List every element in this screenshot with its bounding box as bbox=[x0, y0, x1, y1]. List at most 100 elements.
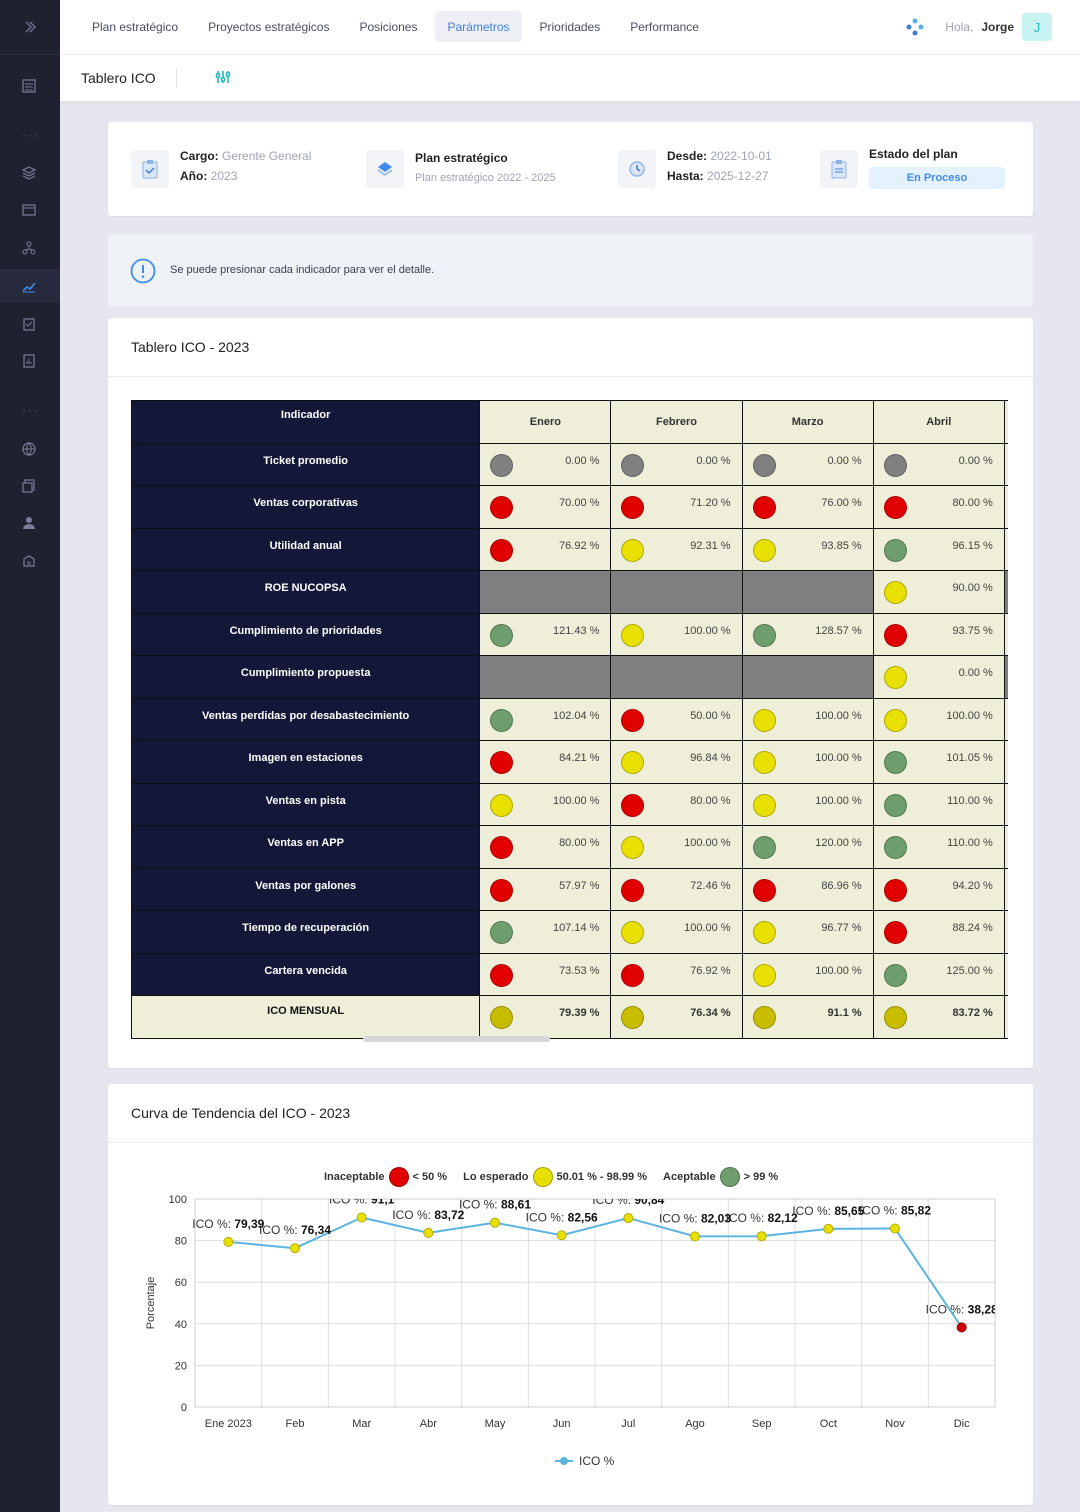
indicator-cell[interactable]: 120.00 % bbox=[741, 825, 874, 869]
indicator-cell[interactable] bbox=[1003, 952, 1008, 996]
indicator-cell[interactable]: 57.97 % bbox=[479, 867, 612, 911]
data-label: ICO %: 91,1 bbox=[329, 1193, 395, 1207]
indicator-cell[interactable]: 73.53 % bbox=[479, 952, 612, 996]
indicator-cell[interactable]: 100.00 % bbox=[610, 825, 743, 869]
nav-item-parámetros[interactable]: Parámetros bbox=[435, 11, 522, 42]
filter-settings-icon[interactable] bbox=[214, 68, 232, 91]
indicator-cell[interactable]: 90.00 % bbox=[872, 570, 1005, 614]
indicator-name[interactable]: Cartera vencida bbox=[131, 952, 481, 996]
indicator-cell[interactable]: 80.00 % bbox=[479, 825, 612, 869]
indicator-cell[interactable]: 100.00 % bbox=[741, 697, 874, 741]
indicator-cell[interactable] bbox=[1003, 740, 1008, 784]
indicator-cell[interactable]: 93.85 % bbox=[741, 527, 874, 571]
indicator-cell[interactable] bbox=[1003, 697, 1008, 741]
indicator-cell[interactable]: 71.20 % bbox=[610, 485, 743, 529]
indicator-cell[interactable]: 121.43 % bbox=[479, 612, 612, 656]
dashboard-icon[interactable] bbox=[18, 75, 40, 97]
sidebar-toggle[interactable] bbox=[0, 0, 60, 55]
indicator-cell[interactable] bbox=[1003, 995, 1008, 1039]
indicator-cell[interactable]: 79.39 % bbox=[479, 995, 612, 1039]
nav-item-performance[interactable]: Performance bbox=[618, 11, 711, 42]
indicator-cell[interactable]: 100.00 % bbox=[741, 740, 874, 784]
report-icon[interactable] bbox=[18, 350, 40, 372]
indicator-name[interactable]: Ventas por galones bbox=[131, 867, 481, 911]
indicator-cell[interactable]: 128.57 % bbox=[741, 612, 874, 656]
indicator-cell[interactable]: 93.75 % bbox=[872, 612, 1005, 656]
indicator-name[interactable]: Ticket promedio bbox=[131, 442, 481, 486]
indicator-cell[interactable]: 100.00 % bbox=[610, 910, 743, 954]
indicator-cell[interactable]: 88.24 % bbox=[872, 910, 1005, 954]
indicator-cell[interactable] bbox=[1003, 442, 1008, 486]
indicator-cell[interactable]: 0.00 % bbox=[872, 655, 1005, 699]
nav-item-posiciones[interactable]: Posiciones bbox=[347, 11, 429, 42]
window-icon[interactable] bbox=[18, 199, 40, 221]
indicator-cell[interactable] bbox=[1003, 782, 1008, 826]
indicator-cell[interactable]: 0.00 % bbox=[610, 442, 743, 486]
ico-table-scroll[interactable]: Indicador Enero Febrero Marzo Abril Ticket … bbox=[131, 400, 1008, 1040]
user-icon[interactable] bbox=[18, 512, 40, 534]
indicator-name[interactable]: ROE NUCOPSA bbox=[131, 570, 481, 614]
indicator-name[interactable]: Ventas perdidas por desabastecimiento bbox=[131, 697, 481, 741]
indicator-cell[interactable]: 110.00 % bbox=[872, 782, 1005, 826]
indicator-cell[interactable]: 70.00 % bbox=[479, 485, 612, 529]
indicator-cell[interactable]: 100.00 % bbox=[741, 952, 874, 996]
indicator-cell[interactable]: 80.00 % bbox=[610, 782, 743, 826]
indicator-cell[interactable]: 84.21 % bbox=[479, 740, 612, 784]
indicator-cell[interactable] bbox=[1003, 867, 1008, 911]
indicator-cell[interactable] bbox=[1003, 910, 1008, 954]
indicator-name[interactable]: Cumplimiento propuesta bbox=[131, 655, 481, 699]
status-dot-icon bbox=[490, 793, 514, 817]
avatar[interactable]: J bbox=[1022, 13, 1052, 41]
indicator-cell[interactable]: 102.04 % bbox=[479, 697, 612, 741]
indicator-cell[interactable] bbox=[1003, 612, 1008, 656]
user-menu[interactable]: Hola, Jorge J bbox=[905, 13, 1052, 41]
indicator-cell[interactable]: 50.00 % bbox=[610, 697, 743, 741]
indicator-cell[interactable]: 100.00 % bbox=[741, 782, 874, 826]
layers-icon[interactable] bbox=[18, 162, 40, 184]
indicator-cell[interactable] bbox=[1003, 485, 1008, 529]
building-icon[interactable] bbox=[18, 549, 40, 571]
documents-icon[interactable] bbox=[18, 475, 40, 497]
indicator-name[interactable]: Tiempo de recuperación bbox=[131, 910, 481, 954]
indicator-cell[interactable]: 100.00 % bbox=[872, 697, 1005, 741]
indicator-cell[interactable]: 96.77 % bbox=[741, 910, 874, 954]
indicator-cell[interactable]: 100.00 % bbox=[479, 782, 612, 826]
indicator-cell[interactable]: 92.31 % bbox=[610, 527, 743, 571]
indicator-cell[interactable]: 100.00 % bbox=[610, 612, 743, 656]
horizontal-scrollbar[interactable] bbox=[363, 1036, 550, 1042]
indicator-cell[interactable]: 76.92 % bbox=[610, 952, 743, 996]
indicator-name[interactable]: Imagen en estaciones bbox=[131, 740, 481, 784]
indicator-cell[interactable] bbox=[1003, 527, 1008, 571]
indicator-cell[interactable]: 107.14 % bbox=[479, 910, 612, 954]
indicator-cell[interactable]: 83.72 % bbox=[872, 995, 1005, 1039]
indicator-name[interactable]: Cumplimiento de prioridades bbox=[131, 612, 481, 656]
indicator-cell[interactable]: 72.46 % bbox=[610, 867, 743, 911]
indicator-cell[interactable]: 0.00 % bbox=[872, 442, 1005, 486]
indicator-name[interactable]: Ventas corporativas bbox=[131, 485, 481, 529]
nav-item-prioridades[interactable]: Prioridades bbox=[528, 11, 613, 42]
indicator-cell[interactable]: 94.20 % bbox=[872, 867, 1005, 911]
indicator-cell[interactable]: 0.00 % bbox=[741, 442, 874, 486]
indicator-cell[interactable]: 110.00 % bbox=[872, 825, 1005, 869]
nav-item-proyectos-estratégicos[interactable]: Proyectos estratégicos bbox=[196, 11, 341, 42]
indicator-cell[interactable]: 76.00 % bbox=[741, 485, 874, 529]
nav-item-plan-estratégico[interactable]: Plan estratégico bbox=[80, 11, 190, 42]
indicator-cell[interactable]: 96.15 % bbox=[872, 527, 1005, 571]
indicator-cell[interactable]: 91.1 % bbox=[741, 995, 874, 1039]
indicator-name[interactable]: Ventas en APP bbox=[131, 825, 481, 869]
clipboard-check-icon[interactable] bbox=[18, 313, 40, 335]
indicator-cell[interactable]: 125.00 % bbox=[872, 952, 1005, 996]
indicator-cell[interactable]: 76.34 % bbox=[610, 995, 743, 1039]
indicator-name[interactable]: Utilidad anual bbox=[131, 527, 481, 571]
indicator-name[interactable]: Ventas en pista bbox=[131, 782, 481, 826]
org-chart-icon[interactable] bbox=[18, 237, 40, 259]
indicator-cell[interactable]: 76.92 % bbox=[479, 527, 612, 571]
indicator-cell[interactable]: 0.00 % bbox=[479, 442, 612, 486]
globe-icon[interactable] bbox=[18, 438, 40, 460]
indicator-cell[interactable]: 101.05 % bbox=[872, 740, 1005, 784]
indicator-cell[interactable]: 96.84 % bbox=[610, 740, 743, 784]
chart-line-icon[interactable] bbox=[18, 275, 40, 297]
indicator-cell[interactable]: 80.00 % bbox=[872, 485, 1005, 529]
indicator-cell[interactable] bbox=[1003, 825, 1008, 869]
indicator-cell[interactable]: 86.96 % bbox=[741, 867, 874, 911]
